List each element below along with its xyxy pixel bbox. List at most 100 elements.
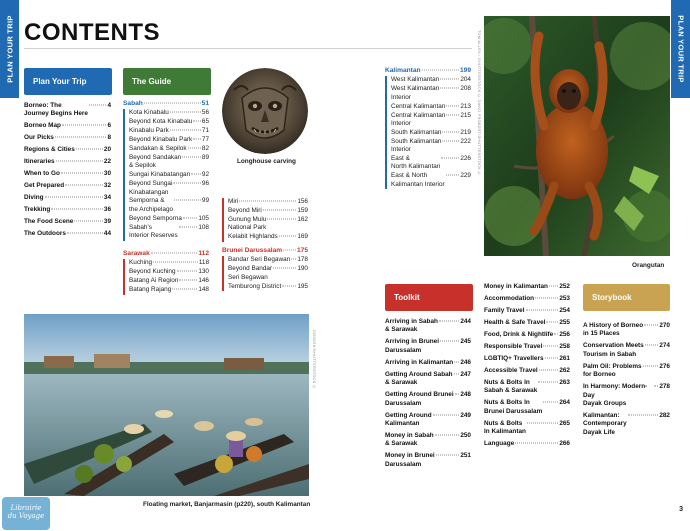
leader-dots bbox=[440, 78, 460, 80]
sabah-entry-item[interactable]: Kinabalu Park 71 bbox=[129, 127, 209, 135]
entry-title: Palm Oil: Problems for Borneo bbox=[583, 362, 642, 379]
kalimantan-entry-item[interactable]: East & North Kalimantan Interior 229 bbox=[391, 172, 471, 189]
sabah-entry-item[interactable]: Sandakan & Sepilok 82 bbox=[129, 145, 209, 153]
kalimantan-entry-item[interactable]: West Kalimantan 204 bbox=[391, 76, 471, 84]
toolkit-entry[interactable]: Health & Safe Travel 255 bbox=[484, 319, 570, 327]
entry-page: 82 bbox=[201, 145, 209, 153]
plan-entry[interactable]: Borneo: The Journey Begins Here 4 bbox=[24, 102, 111, 119]
the-guide-header[interactable]: The Guide bbox=[123, 68, 211, 95]
toolkit-entry[interactable]: Nuts & Bolts In Brunei Darussalam 264 bbox=[484, 399, 570, 416]
sarawak-entry-item[interactable]: Miri 156 bbox=[228, 198, 308, 206]
toolkit-entry[interactable]: LGBTIQ+ Travellers 261 bbox=[484, 355, 570, 363]
sabah-entry-item[interactable]: Semporna & the Archipelago 99 bbox=[129, 197, 209, 214]
kalimantan-entry-item[interactable]: South Kalimantan Interior 222 bbox=[391, 138, 471, 155]
brunei-entry-item[interactable]: Temburong District 195 bbox=[228, 283, 308, 291]
sarawak-entry-item[interactable]: Batang Rajang 148 bbox=[129, 286, 209, 294]
toolkit-entry[interactable]: Food, Drink & Nightlife 256 bbox=[484, 331, 570, 339]
sarawak-entry-item[interactable]: Beyond Miri 159 bbox=[228, 207, 308, 215]
storybook-entry[interactable]: Palm Oil: Problems for Borneo 276 bbox=[583, 363, 670, 380]
toolkit-entry[interactable]: Money in Kalimantan 252 bbox=[484, 283, 570, 291]
leader-dots bbox=[273, 267, 297, 269]
entry-title: Bandar Seri Begawan bbox=[228, 256, 291, 264]
toolkit-entry[interactable]: Language 266 bbox=[484, 440, 570, 448]
entry-page: 246 bbox=[460, 358, 471, 366]
sarawak-entry-item[interactable]: Batang Ai Region 146 bbox=[129, 277, 209, 285]
storybook-entry[interactable]: A History of Borneo in 15 Places 270 bbox=[583, 322, 670, 339]
storybook-entry[interactable]: Conservation Meets Tourism in Sabah 274 bbox=[583, 342, 670, 359]
entry-page: 252 bbox=[559, 283, 570, 290]
leader-dots bbox=[182, 217, 198, 219]
toolkit-entry[interactable]: Nuts & Bolts In Kalimantan 265 bbox=[484, 420, 570, 437]
plan-entry[interactable]: Borneo Map 6 bbox=[24, 122, 111, 130]
kalimantan-entry-item[interactable]: South Kalimantan 219 bbox=[391, 129, 471, 137]
kalimantan-entry-item[interactable]: West Kalimantan Interior 208 bbox=[391, 85, 471, 102]
plan-entry[interactable]: The Outdoors 44 bbox=[24, 230, 111, 238]
toolkit-entry[interactable]: Getting Around Brunei Darussalam 248 bbox=[385, 391, 471, 408]
entry-page: 265 bbox=[559, 419, 570, 427]
orangutan-image bbox=[484, 16, 670, 256]
entry-page: 6 bbox=[107, 122, 111, 130]
sarawak-entry-item[interactable]: Gunung Mulu National Park 162 bbox=[228, 216, 308, 233]
sabah-entry-item[interactable]: Beyond Sungai Kinabatangan 96 bbox=[129, 180, 209, 197]
toolkit-entry[interactable]: Accommodation 253 bbox=[484, 295, 570, 303]
sabah-entry-item[interactable]: Kota Kinabalu 56 bbox=[129, 109, 209, 117]
sabah-entry-item[interactable]: Sungai Kinabatangan 92 bbox=[129, 171, 209, 179]
title-divider bbox=[24, 48, 472, 49]
toolkit-entry[interactable]: Money in Sabah & Sarawak 250 bbox=[385, 432, 471, 449]
entry-page: 36 bbox=[103, 206, 111, 214]
toolkit-entry[interactable]: Money in Brunei Darussalam 251 bbox=[385, 452, 471, 469]
kalimantan-entry-item[interactable]: Central Kalimantan 213 bbox=[391, 103, 471, 111]
kalimantan-entry[interactable]: Kalimantan 199 bbox=[385, 67, 471, 75]
entry-page: 245 bbox=[460, 338, 471, 346]
storybook-entry[interactable]: In Harmony: Modern-Day Dayak Groups 278 bbox=[583, 383, 670, 408]
plan-entry[interactable]: When to Go 30 bbox=[24, 170, 111, 178]
toolkit-entry[interactable]: Family Travel 254 bbox=[484, 307, 570, 315]
storybook-entry[interactable]: Kalimantan: Contemporary Dayak Life 282 bbox=[583, 412, 670, 437]
entry-page: 105 bbox=[198, 214, 209, 222]
sabah-entry[interactable]: Sabah 51 bbox=[123, 100, 209, 108]
plan-your-trip-tab-left[interactable]: PLAN YOUR TRIP bbox=[0, 0, 19, 98]
sabah-entry-item[interactable]: Beyond Semporna 105 bbox=[129, 215, 209, 223]
entry-page: 261 bbox=[559, 355, 570, 362]
plan-your-trip-tab-right[interactable]: PLAN YOUR TRIP bbox=[671, 0, 690, 98]
toolkit-header[interactable]: Toolkit bbox=[385, 284, 473, 311]
toolkit-entry[interactable]: Arriving in Sabah & Sarawak 244 bbox=[385, 318, 471, 335]
toolkit-entry[interactable]: Nuts & Bolts In Sabah & Sarawak 263 bbox=[484, 379, 570, 396]
toolkit-entry[interactable]: Getting Around Kalimantan 249 bbox=[385, 412, 471, 429]
plan-your-trip-header[interactable]: Plan Your Trip bbox=[24, 68, 112, 95]
sabah-entry-item[interactable]: Beyond Kota Kinabalu 65 bbox=[129, 118, 209, 126]
toolkit-entry[interactable]: Responsible Travel 258 bbox=[484, 343, 570, 351]
sarawak-entry-item[interactable]: Beyond Kuching 130 bbox=[129, 268, 209, 276]
entry-page: 248 bbox=[460, 391, 471, 399]
leader-dots bbox=[627, 414, 659, 416]
entry-page: 276 bbox=[659, 362, 670, 370]
leader-dots bbox=[526, 422, 559, 424]
plan-entry[interactable]: Diving 34 bbox=[24, 194, 111, 202]
sarawak-entry-item[interactable]: Kelabit Highlands 169 bbox=[228, 233, 308, 241]
sabah-entry-item[interactable]: Sabah's Interior Reserves 108 bbox=[129, 224, 209, 241]
kalimantan-entry-item[interactable]: East & North Kalimantan 226 bbox=[391, 155, 471, 172]
plan-entry[interactable]: Regions & Cities 20 bbox=[24, 146, 111, 154]
plan-entry[interactable]: Our Picks 8 bbox=[24, 134, 111, 142]
plan-entry[interactable]: The Food Scene 39 bbox=[24, 218, 111, 226]
entry-page: 256 bbox=[559, 331, 570, 338]
leader-dots bbox=[554, 333, 559, 335]
plan-entry[interactable]: Get Prepared 32 bbox=[24, 182, 111, 190]
storybook-header[interactable]: Storybook bbox=[583, 284, 670, 311]
sabah-entry-item[interactable]: Beyond Kinabalu Park 77 bbox=[129, 136, 209, 144]
plan-entry[interactable]: Trekking 36 bbox=[24, 206, 111, 214]
toolkit-entry[interactable]: Getting Around Sabah & Sarawak 247 bbox=[385, 371, 471, 388]
toolkit-entry[interactable]: Accessible Travel 262 bbox=[484, 367, 570, 375]
sabah-entry-item[interactable]: Beyond Sandakan & Sepilok 89 bbox=[129, 154, 209, 171]
plan-entry[interactable]: Itineraries 22 bbox=[24, 158, 111, 166]
kalimantan-entry-item[interactable]: Central Kalimantan Interior 215 bbox=[391, 112, 471, 129]
toolkit-entry[interactable]: Arriving in Kalimantan 246 bbox=[385, 359, 471, 367]
sarawak-entry-item[interactable]: Kuching 118 bbox=[129, 259, 209, 267]
toolkit-entry[interactable]: Arriving in Brunei Darussalam 245 bbox=[385, 338, 471, 355]
sarawak-entry[interactable]: Sarawak 112 bbox=[123, 250, 209, 258]
brunei-entry-item[interactable]: Beyond Bandar Seri Begawan 190 bbox=[228, 265, 308, 282]
leader-dots bbox=[179, 279, 198, 281]
entry-page: 222 bbox=[460, 137, 471, 145]
brunei-entry-item[interactable]: Bandar Seri Begawan 178 bbox=[228, 256, 308, 264]
brunei-entry[interactable]: Brunei Darussalam 175 bbox=[222, 247, 308, 255]
